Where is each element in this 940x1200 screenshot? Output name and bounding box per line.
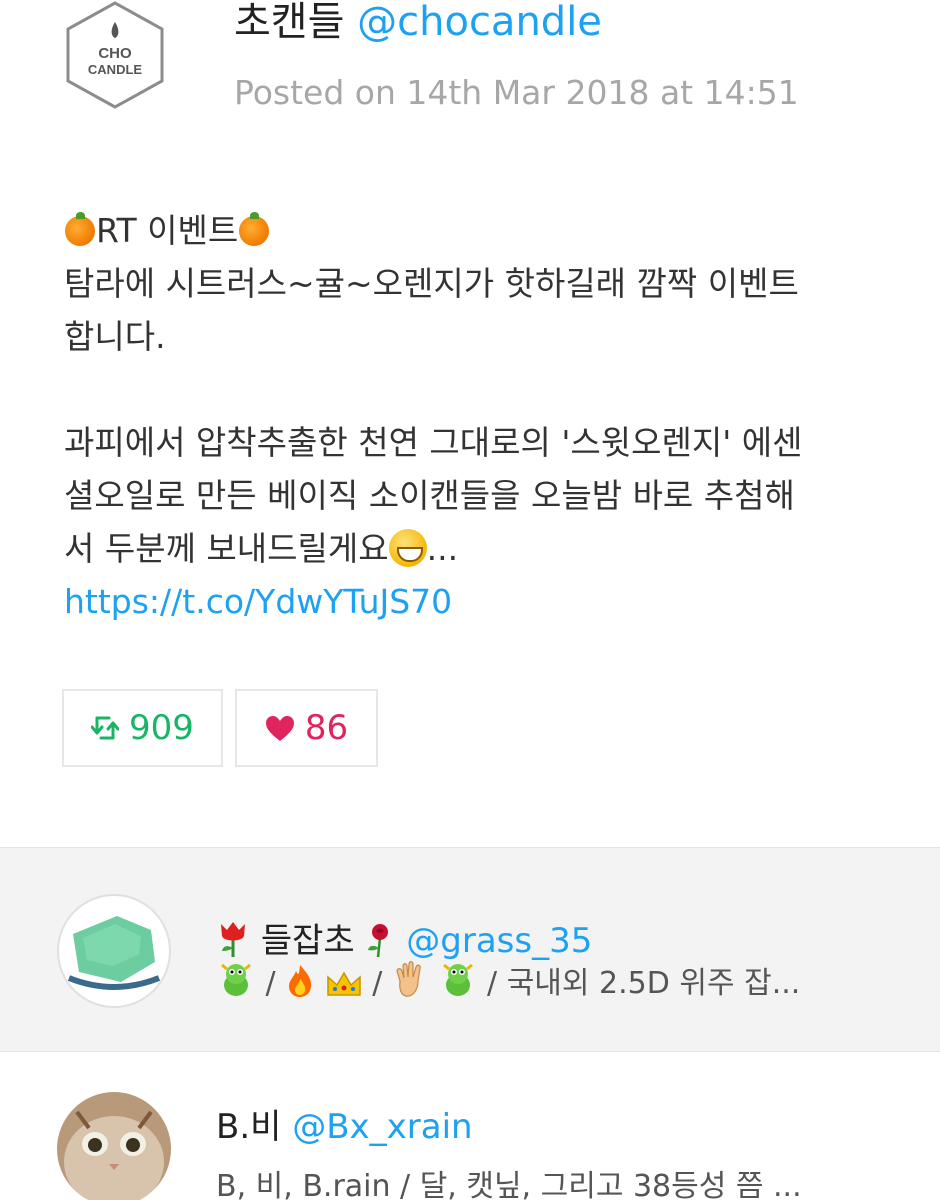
- crown-icon: [327, 971, 361, 996]
- retweet-icon: [91, 716, 120, 740]
- body-link-line: https://t.co/YdwYTuJS70: [64, 575, 884, 628]
- user-name-row[interactable]: B.비 @Bx_xrain: [216, 1102, 473, 1152]
- logo-text-top: CHO: [98, 45, 132, 62]
- body-line-1-text: RT 이벤트: [96, 211, 239, 250]
- user-bio: / / / 국내외 2.5D 위주 잡...: [216, 961, 916, 1007]
- bio-separator: /: [372, 966, 383, 1001]
- author-name[interactable]: 초캔들: [234, 0, 344, 45]
- bio-separator: /: [265, 966, 276, 1001]
- user-card[interactable]: 들잡초 @grass_35 / / / 국내외 2.5D 위주 잡...: [0, 847, 940, 1052]
- user-name[interactable]: 들잡초: [261, 921, 355, 961]
- tangerine-icon: [65, 212, 95, 246]
- user-bio: B, 비, B.rain / 달, 캣닢, 그리고 38등성 쯤 ...: [216, 1169, 802, 1200]
- body-line-7: 서 두분께 보내드릴게요...: [64, 522, 884, 575]
- user-name-row[interactable]: 들잡초 @grass_35: [216, 916, 592, 966]
- heart-icon: [265, 715, 294, 741]
- post-body: RT 이벤트 탐라에 시트러스~귤~오렌지가 핫하길래 깜짝 이벤트 합니다. …: [64, 204, 884, 628]
- user-handle[interactable]: @grass_35: [406, 921, 592, 961]
- user-avatar[interactable]: [57, 894, 171, 1008]
- fire-icon: [289, 965, 312, 997]
- like-button[interactable]: 86: [235, 689, 378, 767]
- retweet-count: 909: [129, 708, 194, 748]
- chocandle-logo[interactable]: CHO CANDLE: [60, 0, 170, 110]
- hand-icon: [396, 961, 421, 997]
- post-link[interactable]: https://t.co/YdwYTuJS70: [64, 582, 452, 621]
- body-line-6: 셜오일로 만든 베이직 소이캔들을 오늘밤 바로 추첨해: [64, 476, 795, 515]
- body-ellipsis: ...: [426, 529, 459, 568]
- tangerine-icon: [239, 212, 270, 246]
- user-card[interactable]: B.비 @Bx_xrain B, 비, B.rain / 달, 캣닢, 그리고 …: [0, 1052, 940, 1200]
- rose-icon: [368, 924, 389, 958]
- body-line-5: 과피에서 압착추출한 천연 그대로의 '스윗오렌지' 에센: [64, 423, 803, 462]
- body-line-3: 합니다.: [64, 317, 166, 356]
- bio-text: / 국내외 2.5D 위주 잡...: [487, 966, 801, 1001]
- user-handle[interactable]: @Bx_xrain: [292, 1107, 472, 1147]
- body-line-2: 탐라에 시트러스~귤~오렌지가 핫하길래 깜짝 이벤트: [64, 264, 799, 303]
- dragon-icon: [442, 963, 473, 996]
- retweet-button[interactable]: 909: [62, 689, 223, 767]
- user-avatar[interactable]: [57, 1092, 171, 1200]
- tulip-icon: [221, 922, 245, 957]
- grin-icon: [388, 529, 427, 567]
- dragon-icon: [221, 963, 251, 996]
- author-handle[interactable]: @chocandle: [357, 0, 602, 45]
- body-line-7-text: 서 두분께 보내드릴게요: [64, 529, 389, 568]
- post-author[interactable]: 초캔들 @chocandle: [234, 0, 602, 48]
- post-timestamp: Posted on 14th Mar 2018 at 14:51: [234, 73, 799, 112]
- like-count: 86: [304, 708, 349, 748]
- body-line-1: RT 이벤트: [64, 204, 884, 257]
- logo-text-bottom: CANDLE: [88, 62, 142, 77]
- user-name[interactable]: B.비: [216, 1107, 281, 1147]
- page: CHO CANDLE 초캔들 @chocandle Posted on 14th…: [0, 0, 940, 1200]
